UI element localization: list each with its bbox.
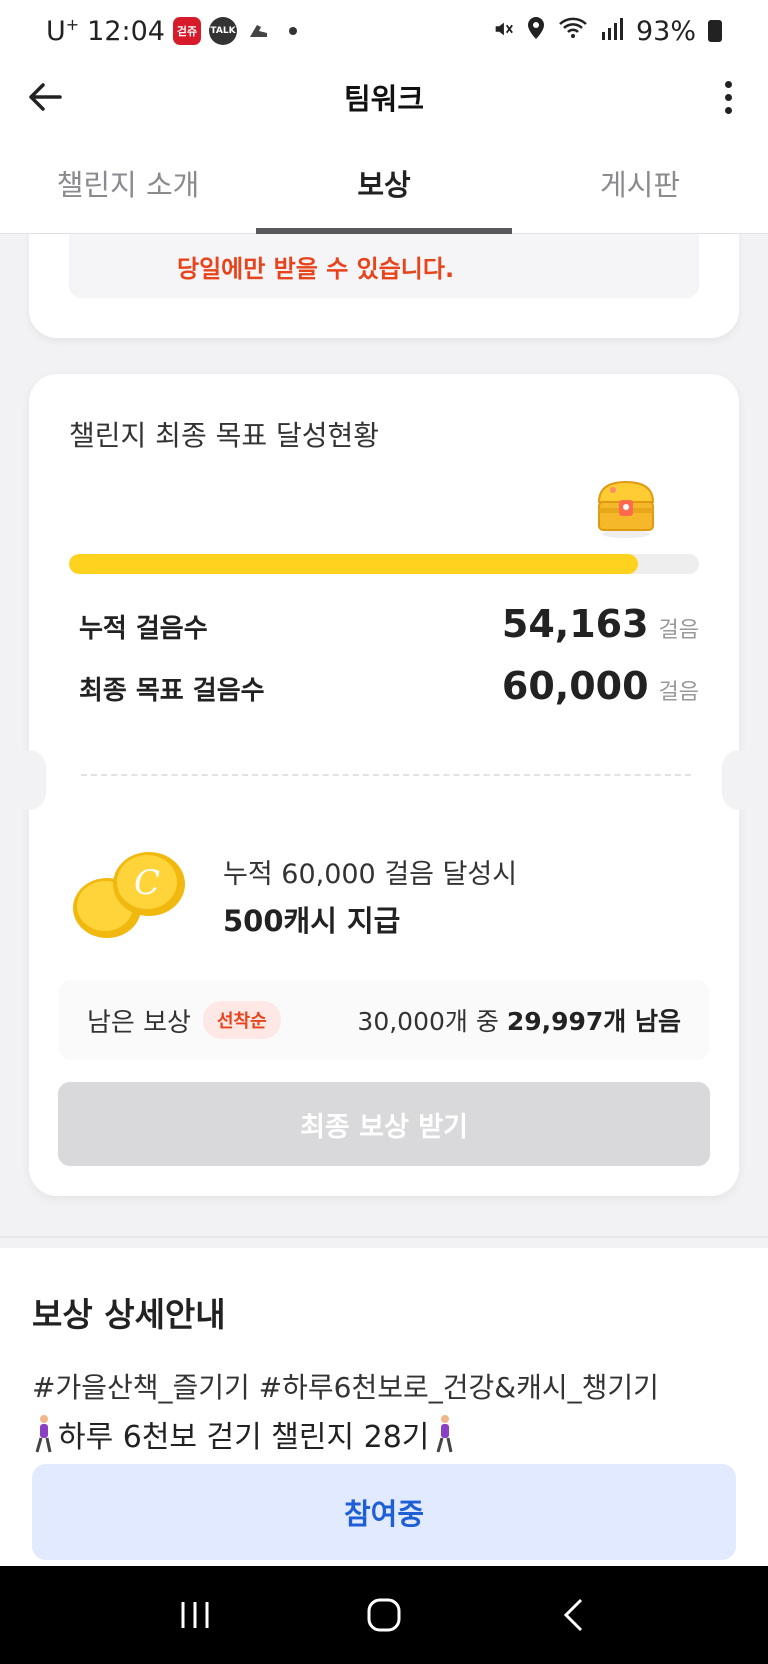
stat-unit: 걸음 (658, 680, 699, 705)
ticket-notch (722, 750, 756, 810)
stat-label: 누적 걸음수 (79, 614, 208, 644)
arrow-left-icon (29, 83, 62, 111)
claim-final-reward-button[interactable]: 최종 보상 받기 (58, 1082, 710, 1166)
system-nav-bar (0, 1566, 768, 1664)
page-title: 팀워크 (343, 82, 425, 116)
location-icon (526, 16, 546, 47)
battery-percent: 93% (635, 15, 696, 47)
battery-icon (708, 20, 722, 42)
first-come-badge: 선착순 (202, 1001, 281, 1039)
treasure-chest-icon (597, 480, 655, 538)
notice-box: 당일에만 받을 수 있습니다. (69, 234, 699, 298)
recent-apps-button[interactable] (165, 1585, 225, 1645)
remaining-count: 30,000개 중 29,997개 남음 (357, 1007, 681, 1036)
clock: 12:04 (87, 15, 165, 47)
details-title: 보상 상세안내 (32, 1295, 226, 1334)
app-bar: 팀워크 (0, 62, 768, 132)
reward-amount: 500캐시 지급 (223, 904, 401, 938)
home-button[interactable] (354, 1585, 414, 1645)
remaining-reward-box: 남은 보상 선착순 30,000개 중 29,997개 남음 (59, 980, 709, 1060)
mute-icon (492, 16, 514, 47)
tab-board[interactable]: 게시판 (512, 132, 768, 233)
dashed-divider (81, 774, 691, 776)
tab-reward[interactable]: 보상 (256, 132, 512, 234)
section-divider (0, 1236, 768, 1238)
goal-card: 챌린지 최종 목표 달성현황 누적 걸음수 54,163 걸음 최종 목표 걸음… (12, 374, 756, 1196)
challenge-description: 하루 6천보 걷기 챌린지 28기 (32, 1412, 455, 1456)
goal-progress-bar (69, 554, 699, 574)
goal-section-title: 챌린지 최종 목표 달성현황 (69, 419, 380, 452)
carrier-label: U+ (46, 15, 80, 47)
walking-person-icon (35, 1415, 52, 1453)
stat-value: 60,000 (501, 664, 649, 708)
notice-text: 당일에만 받을 수 있습니다. (177, 254, 455, 283)
system-back-button[interactable] (543, 1585, 603, 1645)
shoe-notification-icon (245, 17, 273, 45)
chevron-left-icon (564, 1598, 583, 1632)
stat-label: 최종 목표 걸음수 (79, 676, 265, 706)
tab-challenge-intro[interactable]: 챌린지 소개 (0, 132, 256, 233)
stat-value: 54,163 (501, 602, 649, 646)
talk-notification-icon: TALK (208, 17, 237, 45)
more-vert-icon (724, 80, 732, 88)
more-notifications-icon (288, 27, 297, 35)
signal-icon (600, 16, 624, 47)
recent-apps-icon (181, 1602, 209, 1628)
participating-button[interactable]: 참여중 (32, 1464, 736, 1560)
notice-card: 당일에만 받을 수 있습니다. (29, 234, 739, 338)
stat-unit: 걸음 (658, 618, 699, 643)
goal-progress-fill (69, 554, 638, 574)
back-button[interactable] (22, 74, 68, 120)
status-bar: U+ 12:04 걷쥬 TALK 93% (0, 0, 768, 62)
ticket-notch (12, 750, 46, 810)
reward-details-section: 보상 상세안내 #가을산책_즐기기 #하루6천보로_건강&캐시_챙기기 하루 6… (0, 1248, 768, 1566)
wifi-icon (558, 16, 588, 47)
hashtags: #가을산책_즐기기 #하루6천보로_건강&캐시_챙기기 (32, 1371, 659, 1404)
cumulative-steps-row: 누적 걸음수 54,163 걸음 (79, 602, 699, 646)
more-options-button[interactable] (708, 74, 748, 120)
goal-steps-row: 최종 목표 걸음수 60,000 걸음 (79, 664, 699, 708)
reward-condition: 누적 60,000 걸음 달성시 (223, 859, 518, 890)
remaining-label: 남은 보상 (87, 1007, 191, 1038)
svg-text:C: C (134, 863, 160, 903)
coins-icon: C (73, 852, 185, 938)
home-icon (367, 1598, 401, 1632)
app-notification-icon: 걷쥬 (172, 17, 201, 45)
walking-person-icon (436, 1415, 453, 1453)
tab-bar: 챌린지 소개 보상 게시판 (0, 132, 768, 234)
